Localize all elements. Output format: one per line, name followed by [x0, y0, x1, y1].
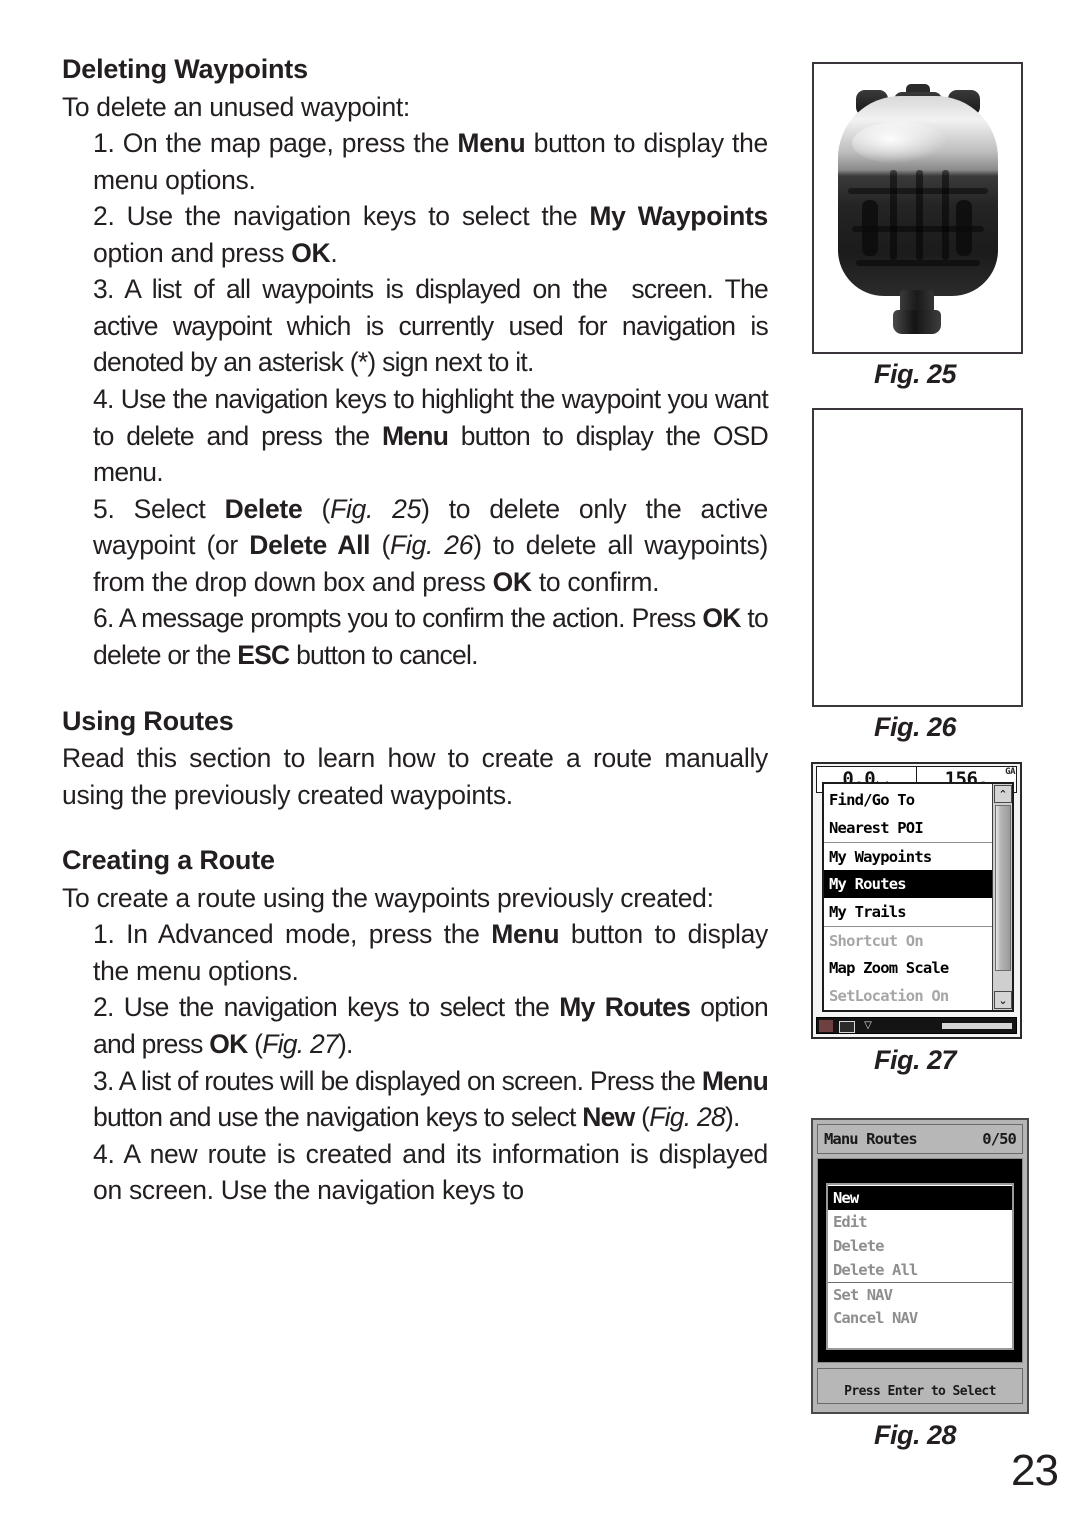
device-vline-1: [889, 170, 897, 260]
heading-deleting-waypoints: Deleting Waypoints: [62, 54, 308, 84]
creating-step-1: 1. In Advanced mode, press the Menu butt…: [93, 919, 768, 986]
intro-deleting-waypoints: To delete an unused waypoint:: [62, 91, 410, 122]
device-ridge-3: [855, 260, 980, 266]
routes-menu-item-set-nav[interactable]: Set NAV: [828, 1282, 1012, 1306]
figure-27-screen: 0.0 kph 156. GA Find/Go To Nearest POI M…: [811, 762, 1022, 1039]
routes-menu-item-delete-all[interactable]: Delete All: [828, 1258, 1012, 1282]
gps-bottom-statusbar: ▽: [816, 1017, 1017, 1034]
figure-26-image-box: [812, 408, 1023, 707]
deleting-step-2: 2. Use the navigation keys to select the…: [93, 201, 768, 268]
deleting-step-3: 3. A list of all waypoints is displayed …: [93, 274, 769, 378]
routes-footer-hint: Press Enter to Select: [817, 1368, 1023, 1404]
routes-menu-item-delete[interactable]: Delete: [828, 1234, 1012, 1258]
routes-menu-item-edit[interactable]: Edit: [828, 1210, 1012, 1234]
menu-item-nearest-poi[interactable]: Nearest POI: [824, 814, 992, 842]
section-gap-2: [62, 813, 768, 843]
deleting-step-5: 5. Select Delete (Fig. 25) to delete onl…: [93, 493, 768, 597]
gps-main-menu[interactable]: Find/Go To Nearest POI My Waypoints My R…: [822, 782, 1014, 1012]
figure-27-caption: Fig. 27: [873, 1045, 957, 1075]
menu-item-my-trails[interactable]: My Trails: [824, 898, 992, 926]
menu-scrollbar[interactable]: ⌃ ⌄: [992, 784, 1012, 1010]
device-cap: [892, 310, 941, 334]
intro-creating-a-route: To create a route using the waypoints pr…: [62, 882, 714, 913]
device-body: [837, 96, 998, 296]
body-text-column: Deleting Waypoints To delete an unused w…: [62, 52, 769, 1209]
scroll-up-arrow-icon[interactable]: ⌃: [994, 785, 1012, 803]
heading-creating-a-route: Creating a Route: [62, 845, 275, 876]
creating-step-2: 2. Use the navigation keys to select the…: [93, 992, 769, 1060]
figure-25-image-box: [812, 62, 1023, 354]
device-highlight: [851, 122, 948, 164]
menu-item-setlocation-on[interactable]: SetLocation On: [824, 982, 992, 1010]
deleting-step-6: 6. A message prompts you to confirm the …: [93, 603, 769, 670]
routes-menu-item-cancel-nav[interactable]: Cancel NAV: [828, 1306, 1012, 1330]
figure-28-caption: Fig. 28: [873, 1420, 957, 1450]
creating-step-4: 4. A new route is created and its inform…: [93, 1138, 768, 1206]
menu-item-my-routes[interactable]: My Routes: [824, 870, 992, 898]
routes-titlebar: Manu Routes 0/50: [817, 1124, 1023, 1154]
intro-using-routes: Read this section to learn how to create…: [62, 743, 768, 810]
page-number: 23: [1011, 1446, 1059, 1495]
routes-title-label: Manu Routes: [824, 1130, 918, 1148]
menu-item-map-zoom-scale[interactable]: Map Zoom Scale: [824, 954, 992, 982]
scale-bar-indicator: [942, 1023, 1012, 1029]
scrollbar-thumb[interactable]: [995, 805, 1011, 971]
routes-list-area: New Edit Delete Delete All Set NAV Cance…: [817, 1158, 1023, 1363]
routes-menu-item-new[interactable]: New: [828, 1186, 1012, 1210]
deleting-step-4: 4. Use the navigation keys to highlight …: [93, 384, 769, 488]
device-vline-2: [915, 170, 923, 260]
creating-step-3: 3. A list of routes will be displayed on…: [93, 1065, 769, 1133]
device-grip-left: [861, 200, 878, 256]
routes-count-label: 0/50: [982, 1130, 1017, 1148]
section-gap-1: [62, 674, 768, 704]
handheld-device-photo: [837, 78, 998, 334]
device-vline-3: [941, 170, 949, 260]
scroll-down-arrow-icon[interactable]: ⌄: [994, 991, 1012, 1009]
gps-signal-badge: GA: [1005, 767, 1015, 777]
page-indicator-icon: [839, 1021, 855, 1033]
figure-25-caption: Fig. 25: [873, 359, 957, 389]
satellite-icon: ▽: [864, 1020, 872, 1031]
gps-main-menu-items: Find/Go To Nearest POI My Waypoints My R…: [824, 784, 992, 1010]
menu-item-my-waypoints[interactable]: My Waypoints: [824, 842, 992, 870]
battery-indicator-icon: [819, 1020, 833, 1032]
figure-26-caption: Fig. 26: [873, 712, 957, 742]
deleting-step-1: 1. On the map page, press the Menu butto…: [93, 128, 768, 195]
figure-28-screen: Manu Routes 0/50 New Edit Delete Delete …: [811, 1118, 1029, 1414]
device-grip-right: [955, 200, 972, 256]
menu-item-shortcut-on[interactable]: Shortcut On: [824, 926, 992, 954]
routes-context-menu[interactable]: New Edit Delete Delete All Set NAV Cance…: [826, 1183, 1014, 1350]
heading-using-routes: Using Routes: [62, 705, 234, 736]
menu-item-find-go-to[interactable]: Find/Go To: [824, 786, 992, 814]
